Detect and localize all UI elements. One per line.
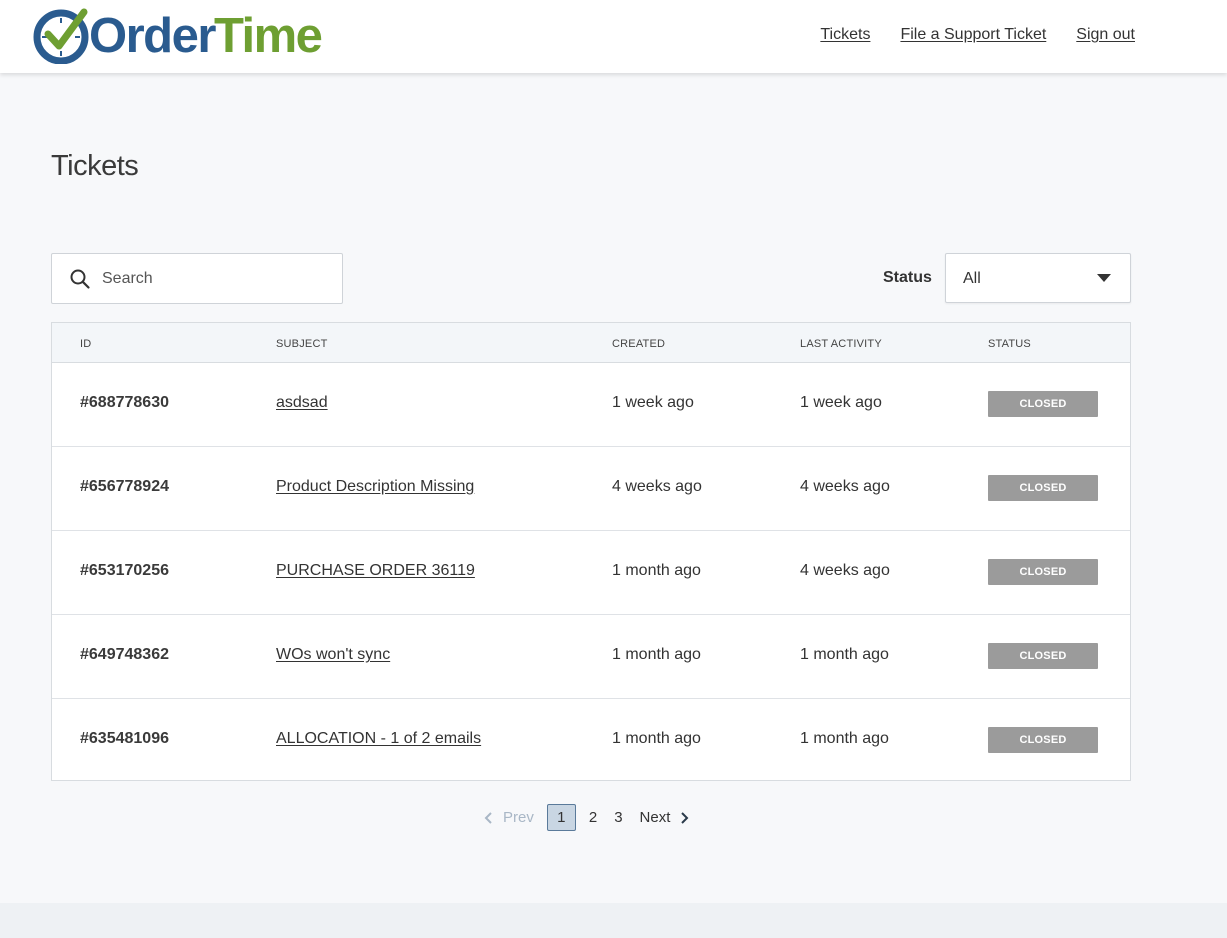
caret-down-icon xyxy=(1097,274,1111,282)
ticket-last-activity: 1 month ago xyxy=(800,730,889,747)
search-input[interactable] xyxy=(102,269,332,288)
ticket-created: 1 month ago xyxy=(612,730,701,747)
top-nav: Tickets File a Support Ticket Sign out xyxy=(820,26,1135,44)
site-header: Order Time Tickets File a Support Ticket … xyxy=(0,0,1227,73)
ticket-last-activity: 4 weeks ago xyxy=(800,478,890,495)
table-row[interactable]: #635481096 ALLOCATION - 1 of 2 emails 1 … xyxy=(52,699,1130,781)
pagination-page-2[interactable]: 2 xyxy=(589,809,597,826)
table-row[interactable]: #649748362 WOs won't sync 1 month ago 1 … xyxy=(52,615,1130,699)
pagination-next[interactable]: Next xyxy=(640,809,690,826)
ticket-created: 4 weeks ago xyxy=(612,478,702,495)
ticket-subject: PURCHASE ORDER 36119 xyxy=(276,562,475,580)
pagination-page-1[interactable]: 1 xyxy=(546,804,576,831)
ticket-created: 1 month ago xyxy=(612,646,701,663)
nav-file-ticket-link[interactable]: File a Support Ticket xyxy=(900,26,1046,44)
ticket-subject: ALLOCATION - 1 of 2 emails xyxy=(276,730,481,748)
table-row[interactable]: #653170256 PURCHASE ORDER 36119 1 month … xyxy=(52,531,1130,615)
ticket-subject-link[interactable]: ALLOCATION - 1 of 2 emails xyxy=(276,730,481,747)
pagination-prev-label: Prev xyxy=(503,809,534,826)
ticket-last-activity: 1 month ago xyxy=(800,646,889,663)
chevron-right-icon xyxy=(681,811,689,824)
status-filter-label: Status xyxy=(883,269,932,286)
ticket-id: #653170256 xyxy=(80,562,169,579)
column-header-id[interactable]: ID xyxy=(80,338,91,350)
ticket-subject: WOs won't sync xyxy=(276,646,390,664)
column-header-last-activity[interactable]: LAST ACTIVITY xyxy=(800,338,882,350)
ticket-subject-link[interactable]: asdsad xyxy=(276,394,328,411)
search-box[interactable] xyxy=(51,253,343,304)
search-icon xyxy=(70,269,90,289)
ticket-subject-link[interactable]: PURCHASE ORDER 36119 xyxy=(276,562,475,579)
pagination-page-3[interactable]: 3 xyxy=(614,809,622,826)
nav-tickets-link[interactable]: Tickets xyxy=(820,26,870,44)
ticket-id: #635481096 xyxy=(80,730,169,747)
ticket-id: #656778924 xyxy=(80,478,169,495)
pagination-next-label: Next xyxy=(639,809,671,826)
table-row[interactable]: #688778630 asdsad 1 week ago 1 week ago … xyxy=(52,363,1130,447)
status-badge: CLOSED xyxy=(988,559,1098,585)
logo-text-time: Time xyxy=(213,8,323,63)
column-header-created[interactable]: CREATED xyxy=(612,338,665,350)
column-header-status[interactable]: STATUS xyxy=(988,338,1031,350)
column-header-subject[interactable]: SUBJECT xyxy=(276,338,328,350)
clock-check-icon xyxy=(33,8,89,64)
ticket-subject: asdsad xyxy=(276,394,328,412)
ticket-subject-link[interactable]: Product Description Missing xyxy=(276,478,474,495)
page-footer xyxy=(0,903,1227,938)
status-badge: CLOSED xyxy=(988,727,1098,753)
ticket-subject: Product Description Missing xyxy=(276,478,474,496)
pagination-prev: Prev xyxy=(484,809,534,826)
ticket-id: #688778630 xyxy=(80,394,169,411)
chevron-left-icon xyxy=(484,811,492,824)
ticket-last-activity: 4 weeks ago xyxy=(800,562,890,579)
status-badge: CLOSED xyxy=(988,643,1098,669)
status-filter-value: All xyxy=(963,270,981,287)
ordertime-logo[interactable]: Order Time xyxy=(32,4,323,66)
logo-text-order: Order xyxy=(89,8,216,63)
status-badge: CLOSED xyxy=(988,391,1098,417)
ticket-created: 1 month ago xyxy=(612,562,701,579)
ticket-subject-link[interactable]: WOs won't sync xyxy=(276,646,390,663)
status-filter-select[interactable]: All xyxy=(945,253,1131,303)
pagination: Prev 1 2 3 Next xyxy=(484,804,689,831)
page-title: Tickets xyxy=(51,150,139,182)
ticket-last-activity: 1 week ago xyxy=(800,394,882,411)
ticket-created: 1 week ago xyxy=(612,394,694,411)
status-badge: CLOSED xyxy=(988,475,1098,501)
table-header: ID SUBJECT CREATED LAST ACTIVITY STATUS xyxy=(52,323,1130,363)
tickets-table: ID SUBJECT CREATED LAST ACTIVITY STATUS … xyxy=(51,322,1131,781)
ticket-id: #649748362 xyxy=(80,646,169,663)
nav-sign-out-link[interactable]: Sign out xyxy=(1076,26,1135,44)
table-row[interactable]: #656778924 Product Description Missing 4… xyxy=(52,447,1130,531)
